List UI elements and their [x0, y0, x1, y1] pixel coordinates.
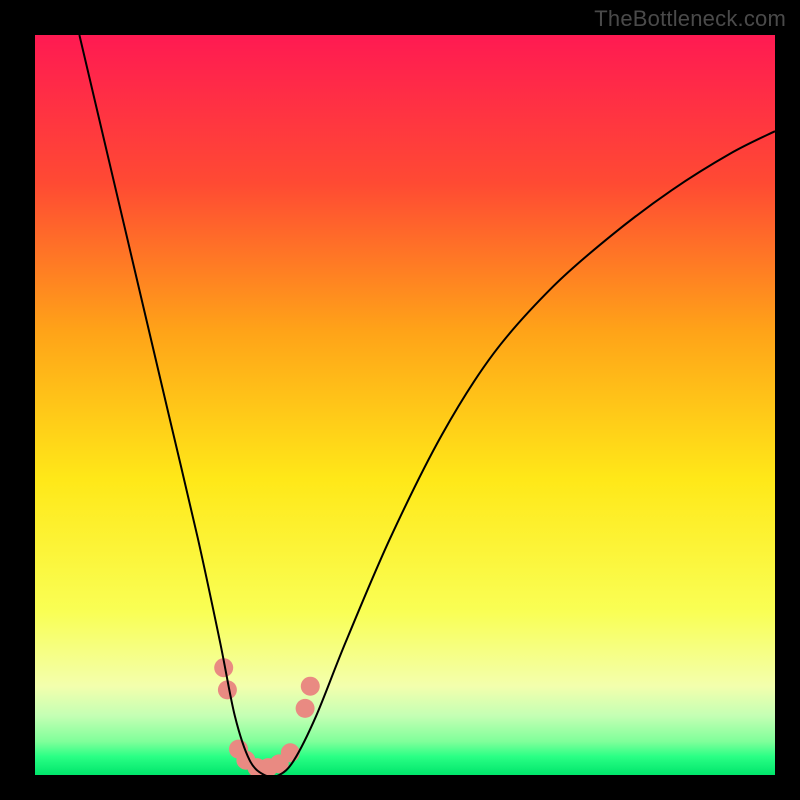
marker-dot	[301, 677, 320, 696]
bottleneck-curve	[79, 35, 775, 775]
watermark-text: TheBottleneck.com	[594, 6, 786, 32]
plot-area	[35, 35, 775, 775]
chart-frame: TheBottleneck.com	[0, 0, 800, 800]
dip-markers	[214, 658, 320, 775]
marker-dot	[281, 743, 300, 762]
curve-overlay	[35, 35, 775, 775]
marker-dot	[296, 699, 315, 718]
